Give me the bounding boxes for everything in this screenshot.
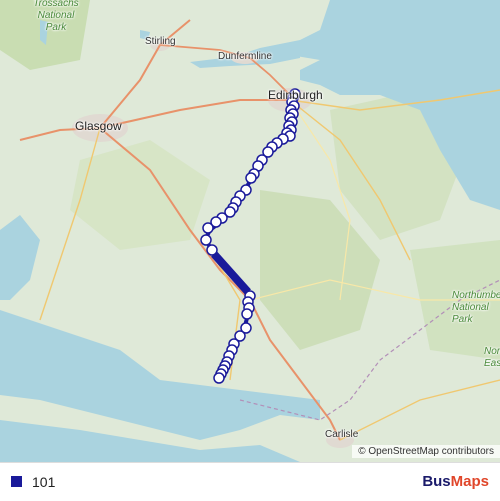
bus-stop-marker[interactable] [206, 244, 218, 256]
busmaps-logo[interactable]: BusMaps [422, 473, 489, 490]
brand-part-bus: Bus [422, 473, 451, 490]
bus-stop-marker[interactable] [245, 172, 257, 184]
place-label-glasgow: Glasgow [75, 119, 122, 133]
map-canvas[interactable]: Trossachs National Park Stirling Dunferm… [0, 0, 500, 462]
bus-stop-marker[interactable] [213, 372, 225, 384]
place-label-dunfermline: Dunfermline [218, 51, 272, 62]
bus-stop-marker[interactable] [241, 308, 253, 320]
brand-part-maps: Maps [450, 473, 489, 490]
route-label: 101 [32, 474, 56, 490]
place-label-northumberland: Northumberland National Park [452, 290, 500, 325]
place-label-trossachs: Trossachs National Park [33, 0, 79, 33]
map-attribution[interactable]: © OpenStreetMap contributors [352, 445, 500, 458]
route-color-swatch [11, 476, 22, 487]
place-label-carlisle: Carlisle [325, 429, 359, 440]
place-label-north-east: North East [484, 346, 500, 369]
bus-stop-marker[interactable] [202, 222, 214, 234]
place-label-edinburgh: Edinburgh [268, 88, 323, 102]
legend-bar: 101 BusMaps [0, 462, 500, 501]
place-label-stirling: Stirling [145, 36, 176, 47]
bus-stop-marker[interactable] [200, 234, 212, 246]
map-base [0, 0, 500, 462]
